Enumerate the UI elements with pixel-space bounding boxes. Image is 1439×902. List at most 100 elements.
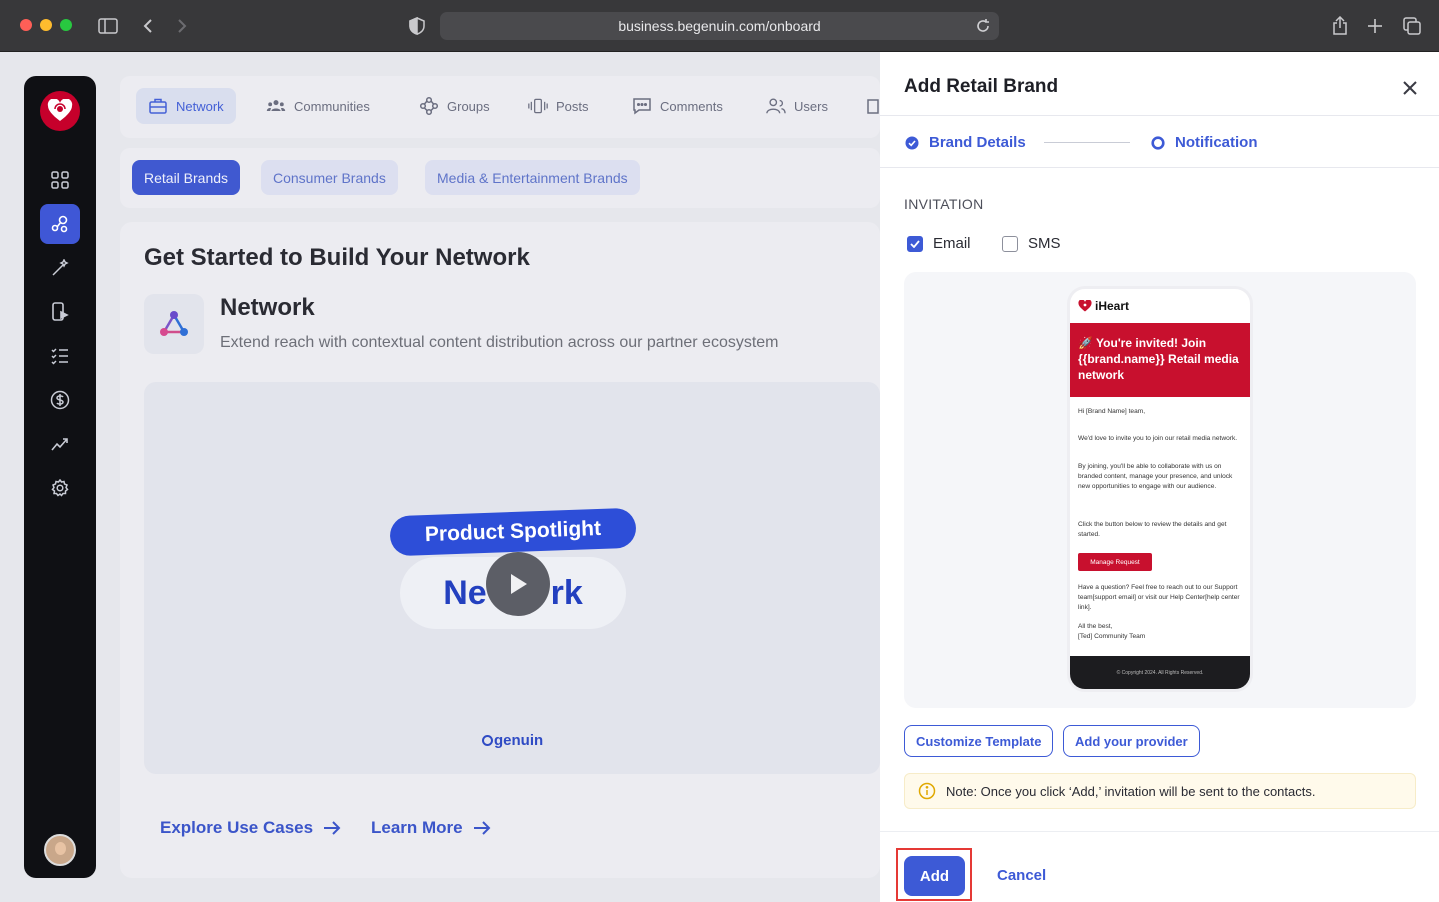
add-retail-brand-drawer: Add Retail Brand Brand Details Notificat… [880,52,1439,902]
customize-template-button[interactable]: Customize Template [904,725,1054,757]
product-spotlight-badge: Product Spotlight [389,507,637,557]
new-tab-icon[interactable] [1363,14,1387,38]
preview-paragraph-4: Have a question? Feel free to reach out … [1078,584,1240,611]
brand-type-tabs: Retail Brands Consumer Brands Media & En… [120,148,880,208]
magic-wand-icon[interactable] [40,248,80,288]
add-button[interactable]: Add [904,856,965,896]
learn-more-link[interactable]: Learn More [371,818,491,838]
tab-network-label: Network [176,98,224,114]
subtab-consumer-brands[interactable]: Consumer Brands [261,160,398,195]
reload-icon[interactable] [975,18,991,34]
main-content: Network Communities Groups Posts Comment… [120,52,880,902]
video-word-left: Ne [443,573,487,612]
settings-gear-icon[interactable] [40,468,80,508]
user-avatar[interactable] [44,834,76,866]
add-provider-button[interactable]: Add your provider [1063,725,1200,757]
email-preview: iHeart 🚀 You're invited! Join {{brand.na… [904,272,1416,708]
forward-icon[interactable] [170,14,194,38]
arrow-right-icon [473,821,491,835]
comment-icon [633,98,651,115]
iheart-logo[interactable] [40,91,80,131]
sms-option[interactable]: SMS [1002,235,1061,252]
invitation-label: INVITATION [904,196,984,212]
info-icon [918,782,936,800]
share-icon[interactable] [1328,14,1352,38]
tab-communities-label: Communities [294,98,370,114]
explore-use-cases-label: Explore Use Cases [160,818,314,837]
drawer-header: Add Retail Brand [880,52,1439,116]
back-icon[interactable] [136,14,160,38]
tab-network[interactable]: Network [136,88,236,124]
posts-icon [528,98,548,114]
sms-label: SMS [1028,235,1061,252]
cancel-button[interactable]: Cancel [997,867,1046,884]
tab-communities[interactable]: Communities [254,88,382,124]
browser-toolbar: business.begenuin.com/onboard [0,0,1439,52]
subtab-media-brands[interactable]: Media & Entertainment Brands [425,160,640,195]
stepper: Brand Details Notification [880,116,1439,168]
tab-groups[interactable]: Groups [407,88,502,124]
tasks-list-icon[interactable] [40,336,80,376]
preview-signoff-2: [Ted] Community Team [1078,633,1146,640]
play-icon [511,574,527,594]
play-button[interactable] [486,552,550,616]
tab-comments[interactable]: Comments [620,88,735,124]
close-icon[interactable] [1400,78,1420,98]
preview-paragraph-3: Click the button below to review the det… [1078,521,1227,538]
video-word-right: rk [550,573,583,612]
preview-manage-request-button: Manage Request [1078,553,1152,571]
zoom-window-button[interactable] [60,19,72,31]
preview-signoff-1: All the best, [1078,623,1113,630]
subtab-retail-brands[interactable]: Retail Brands [132,160,241,195]
minimize-window-button[interactable] [40,19,52,31]
network-graph-icon [144,294,204,354]
step-brand-details-label: Brand Details [929,134,1026,151]
explore-use-cases-link[interactable]: Explore Use Cases [160,818,341,838]
tab-comments-label: Comments [660,98,723,114]
genuin-logo: genuin [482,732,543,749]
users-icon [766,98,786,114]
tab-overflow[interactable] [860,88,880,124]
tab-users-label: Users [794,98,828,114]
analytics-icon[interactable] [40,424,80,464]
phone-mockup: iHeart 🚀 You're invited! Join {{brand.na… [1067,286,1253,692]
url-text: business.begenuin.com/onboard [618,18,821,34]
step-notification[interactable]: Notification [1151,134,1258,151]
check-circle-icon [905,136,919,149]
briefcase-icon [149,98,167,114]
step-connector [1044,142,1130,143]
tab-overview-icon[interactable] [1400,14,1424,38]
preview-footer: © Copyright 2024. All Rights Reserved. [1070,656,1250,689]
network-nav-icon[interactable] [40,204,80,244]
preview-paragraph-2: By joining, you'll be able to collaborat… [1078,463,1233,490]
email-label: Email [933,235,971,252]
privacy-shield-icon[interactable] [405,14,429,38]
preview-hero: 🚀 You're invited! Join {{brand.name}} Re… [1070,323,1250,397]
close-window-button[interactable] [20,19,32,31]
tab-users[interactable]: Users [754,88,840,124]
get-started-card: Get Started to Build Your Network Networ… [120,222,880,878]
preview-greeting: Hi [Brand Name] team, [1078,408,1146,415]
video-player[interactable]: Product Spotlight Ne rk genuin [144,382,880,774]
email-checkbox[interactable] [907,235,923,252]
address-bar[interactable]: business.begenuin.com/onboard [440,12,999,40]
genuin-logo-text: genuin [494,732,544,749]
tab-groups-label: Groups [447,98,490,114]
note-banner: Note: Once you click ‘Add,’ invitation w… [904,773,1416,809]
iheart-mini-icon [1078,300,1092,312]
sms-checkbox[interactable] [1002,235,1018,252]
email-option[interactable]: Email [907,235,971,252]
dashboard-icon[interactable] [40,160,80,200]
network-heading: Network [220,294,315,321]
step-brand-details[interactable]: Brand Details [905,134,1026,151]
drawer-title: Add Retail Brand [904,76,1059,97]
partial-tab-icon [867,99,879,114]
preview-paragraph-1: We'd love to invite you to join our reta… [1078,435,1238,442]
checkmark-icon [910,239,920,248]
preview-brand-text: iHeart [1095,299,1130,313]
mobile-content-icon[interactable] [40,292,80,332]
sidebar-toggle-icon[interactable] [96,14,120,38]
network-description: Extend reach with contextual content dis… [220,334,779,351]
dollar-icon[interactable] [40,380,80,420]
tab-posts[interactable]: Posts [516,88,601,124]
